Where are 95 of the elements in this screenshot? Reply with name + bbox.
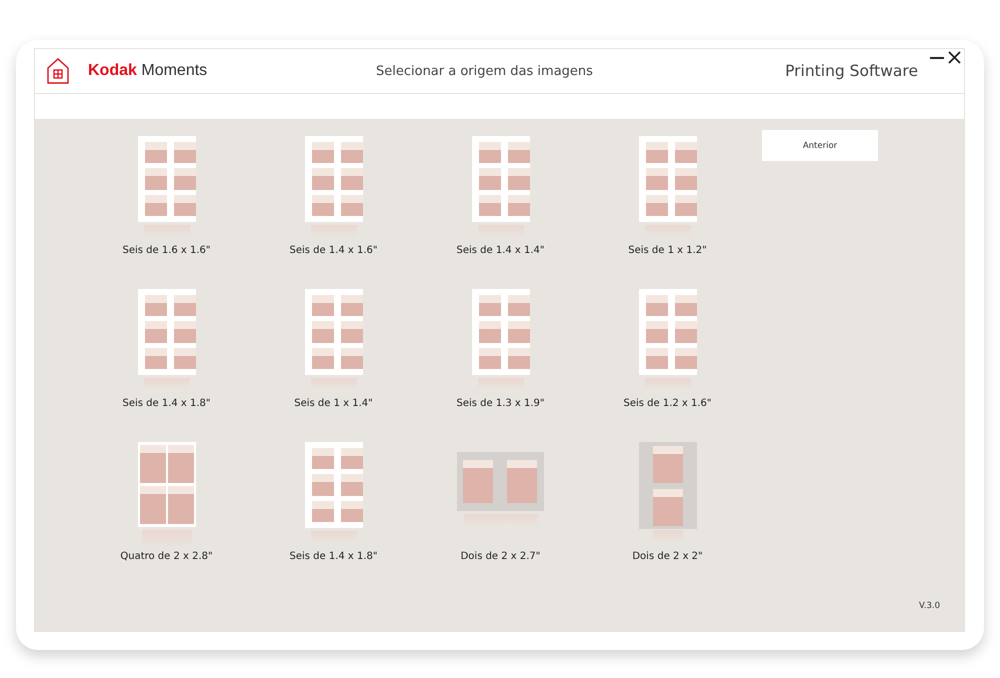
photo-placeholder [508, 321, 530, 343]
photo-placeholder [463, 460, 493, 503]
photo-placeholder [674, 142, 696, 164]
print-sheet[interactable] [304, 289, 362, 375]
photo-placeholder [312, 168, 334, 190]
sheet-reflection [652, 530, 682, 542]
photo-placeholder [144, 348, 166, 369]
layout-label[interactable]: Seis de 1.2 x 1.6" [623, 398, 712, 409]
back-button[interactable]: Anterior [762, 130, 878, 161]
photo-placeholder [340, 194, 362, 216]
print-sheet[interactable] [304, 136, 362, 222]
photo-placeholder [312, 448, 334, 470]
photo-placeholder [674, 348, 696, 369]
photo-placeholder [174, 142, 196, 164]
photo-placeholder [340, 295, 362, 316]
photo-placeholder [478, 168, 500, 190]
photo-placeholder [508, 348, 530, 369]
photo-placeholder [168, 486, 194, 524]
photo-placeholder [340, 500, 362, 522]
print-sheet[interactable] [138, 136, 196, 222]
photo-placeholder [312, 474, 334, 496]
photo-placeholder [646, 168, 668, 190]
layout-label[interactable]: Seis de 1.4 x 1.8" [122, 398, 211, 409]
photo-placeholder [312, 321, 334, 343]
photo-placeholder [174, 194, 196, 216]
photo-placeholder [144, 295, 166, 316]
photo-placeholder [478, 142, 500, 164]
logo: Kodak Moments [88, 62, 208, 80]
print-sheet[interactable] [138, 289, 196, 375]
photo-placeholder [478, 295, 500, 316]
photo-placeholder [646, 321, 668, 343]
print-sheet[interactable] [638, 289, 696, 375]
photo-placeholder [340, 321, 362, 343]
photo-placeholder [340, 142, 362, 164]
photo-placeholder [144, 168, 166, 190]
photo-placeholder [174, 348, 196, 369]
print-sheet[interactable] [138, 442, 196, 527]
photo-placeholder [652, 489, 682, 526]
version-text: V.3.0 [919, 601, 940, 611]
photo-placeholder [144, 194, 166, 216]
photo-placeholder [140, 486, 166, 524]
print-tray[interactable] [457, 452, 544, 511]
layout-label[interactable]: Seis de 1 x 1.2" [628, 245, 707, 256]
page-title: Selecionar a origem das imagens [376, 64, 594, 78]
print-sheet[interactable] [472, 136, 530, 222]
layout-label[interactable]: Seis de 1.4 x 1.6" [289, 245, 378, 256]
photo-placeholder [674, 168, 696, 190]
print-sheet[interactable] [304, 442, 362, 528]
photo-placeholder [312, 295, 334, 316]
photo-placeholder [508, 194, 530, 216]
photo-placeholder [507, 460, 537, 503]
photo-placeholder [478, 321, 500, 343]
photo-placeholder [340, 348, 362, 369]
photo-placeholder [674, 321, 696, 343]
layout-label[interactable]: Seis de 1 x 1.4" [294, 398, 373, 409]
photo-placeholder [312, 348, 334, 369]
photo-placeholder [174, 321, 196, 343]
photo-placeholder [674, 194, 696, 216]
photo-placeholder [478, 194, 500, 216]
photo-placeholder [508, 168, 530, 190]
close-icon[interactable] [948, 51, 961, 64]
photo-placeholder [340, 474, 362, 496]
layout-label[interactable]: Seis de 1.4 x 1.8" [289, 551, 378, 562]
photo-placeholder [478, 348, 500, 369]
photo-placeholder [144, 321, 166, 343]
layout-label[interactable]: Seis de 1.4 x 1.4" [456, 245, 545, 256]
layout-label[interactable]: Seis de 1.3 x 1.9" [456, 398, 545, 409]
layout-label[interactable]: Dois de 2 x 2.7" [460, 551, 540, 562]
photo-placeholder [340, 168, 362, 190]
photo-placeholder [312, 194, 334, 216]
photo-placeholder [312, 500, 334, 522]
photo-placeholder [674, 295, 696, 316]
photo-placeholder [646, 295, 668, 316]
app-name: Printing Software [785, 62, 918, 80]
print-sheet[interactable] [472, 289, 530, 375]
photo-placeholder [652, 446, 682, 483]
layout-label[interactable]: Dois de 2 x 2" [632, 551, 703, 562]
layout-label[interactable]: Seis de 1.6 x 1.6" [122, 245, 211, 256]
photo-placeholder [174, 295, 196, 316]
layout-label[interactable]: Quatro de 2 x 2.8" [120, 551, 213, 562]
photo-placeholder [646, 348, 668, 369]
photo-placeholder [340, 448, 362, 470]
home-icon[interactable] [47, 58, 69, 84]
photo-placeholder [646, 142, 668, 164]
photo-placeholder [168, 445, 194, 483]
photo-placeholder [174, 168, 196, 190]
photo-placeholder [646, 194, 668, 216]
photo-placeholder [508, 295, 530, 316]
print-sheet[interactable] [638, 136, 696, 222]
print-tray[interactable] [638, 442, 696, 529]
photo-placeholder [312, 142, 334, 164]
photo-placeholder [140, 445, 166, 483]
photo-placeholder [508, 142, 530, 164]
photo-placeholder [144, 142, 166, 164]
minimize-icon[interactable] [930, 56, 944, 58]
